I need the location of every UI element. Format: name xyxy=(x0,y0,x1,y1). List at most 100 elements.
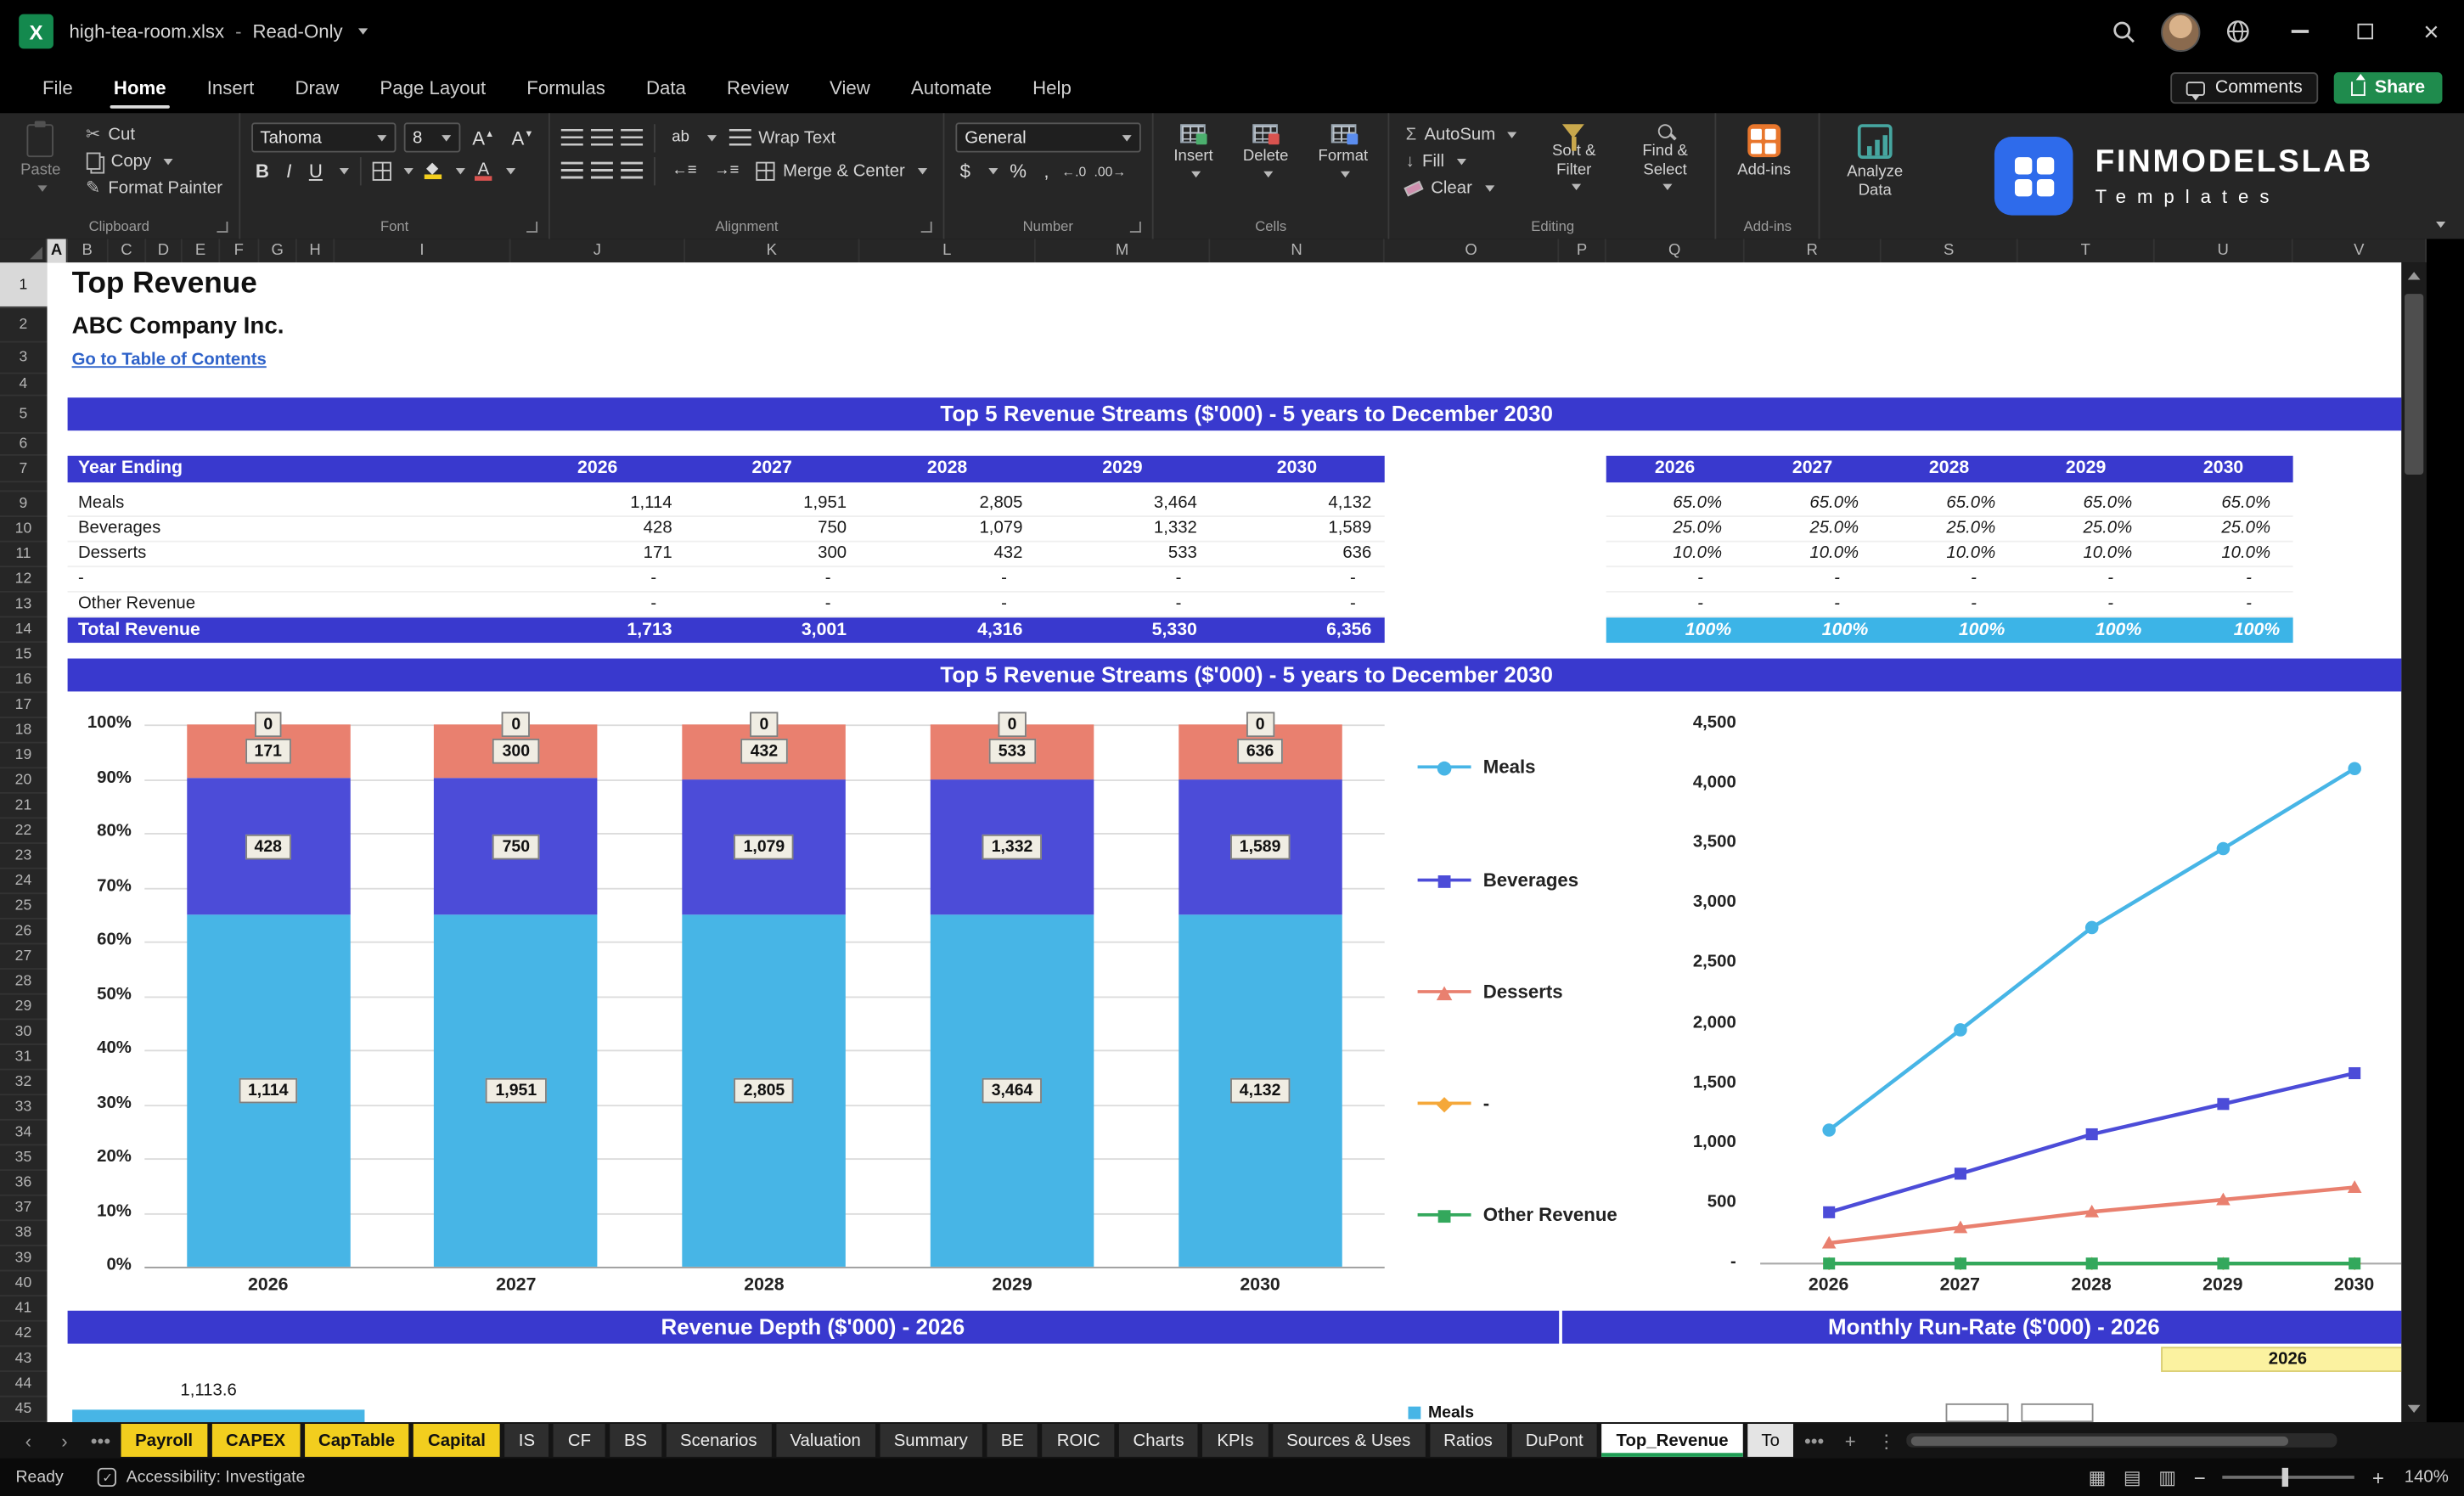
minimize-button[interactable] xyxy=(2266,0,2332,63)
row-header-30[interactable]: 30 xyxy=(0,1020,47,1045)
borders-button[interactable] xyxy=(373,161,391,180)
share-button[interactable]: Share xyxy=(2334,72,2443,104)
row-header-12[interactable]: 12 xyxy=(0,567,47,593)
row-header-35[interactable]: 35 xyxy=(0,1145,47,1171)
page-layout-view-icon[interactable]: ▤ xyxy=(2124,1466,2141,1488)
menu-tab-formulas[interactable]: Formulas xyxy=(506,63,626,113)
find-select-button[interactable]: Find & Select xyxy=(1626,121,1705,190)
row-header-18[interactable]: 18 xyxy=(0,718,47,744)
analyze-data-button[interactable]: Analyze Data xyxy=(1831,121,1919,200)
column-header-M[interactable]: M xyxy=(1036,239,1210,262)
sheet-tab-roic[interactable]: ROIC xyxy=(1043,1424,1114,1457)
menu-tab-help[interactable]: Help xyxy=(1012,63,1092,113)
accounting-format-button[interactable]: $ xyxy=(955,160,975,182)
horizontal-scroll-thumb[interactable] xyxy=(1911,1436,2288,1445)
menu-tab-home[interactable]: Home xyxy=(93,63,187,113)
toc-link[interactable]: Go to Table of Contents xyxy=(72,351,267,369)
column-header-A[interactable]: A xyxy=(48,239,68,262)
row-header-14[interactable]: 14 xyxy=(0,617,47,643)
sheet-tab-kpis[interactable]: KPIs xyxy=(1203,1424,1268,1457)
page-break-view-icon[interactable]: ▥ xyxy=(2158,1466,2176,1488)
menu-tab-review[interactable]: Review xyxy=(706,63,809,113)
column-header-S[interactable]: S xyxy=(1882,239,2018,262)
row-header-25[interactable]: 25 xyxy=(0,894,47,920)
fill-color-button[interactable]: ◆ xyxy=(422,162,443,179)
row-header-2[interactable]: 2 xyxy=(0,308,47,343)
increase-indent-button[interactable]: →≡ xyxy=(709,162,743,179)
row-header-21[interactable]: 21 xyxy=(0,794,47,819)
row-header-23[interactable]: 23 xyxy=(0,844,47,869)
italic-button[interactable]: I xyxy=(282,160,296,182)
row-header-16[interactable]: 16 xyxy=(0,668,47,694)
menu-tab-data[interactable]: Data xyxy=(626,63,706,113)
align-top-button[interactable] xyxy=(562,129,584,146)
horizontal-scrollbar[interactable] xyxy=(1906,1433,2337,1448)
row-header-7[interactable]: 7 xyxy=(0,456,47,482)
row-header-44[interactable]: 44 xyxy=(0,1372,47,1398)
percent-style-button[interactable]: % xyxy=(1005,160,1032,182)
normal-view-icon[interactable]: ▦ xyxy=(2089,1466,2107,1488)
zoom-in-button[interactable]: + xyxy=(2372,1465,2384,1489)
zoom-slider[interactable] xyxy=(2223,1476,2354,1479)
scroll-down-arrow[interactable] xyxy=(2408,1405,2421,1413)
column-header-H[interactable]: H xyxy=(297,239,335,262)
number-dialog-launcher[interactable] xyxy=(1130,222,1141,233)
format-cells-button[interactable]: Format xyxy=(1308,121,1377,177)
align-center-button[interactable] xyxy=(592,162,614,179)
row-header-43[interactable]: 43 xyxy=(0,1347,47,1372)
align-middle-button[interactable] xyxy=(592,129,614,146)
decrease-font-button[interactable]: A▼ xyxy=(507,127,538,149)
column-header-E[interactable]: E xyxy=(183,239,220,262)
paste-button[interactable]: Paste xyxy=(11,121,70,191)
column-header-C[interactable]: C xyxy=(109,239,146,262)
search-icon[interactable] xyxy=(2095,0,2152,63)
increase-decimal-button[interactable]: ←.0 xyxy=(1061,163,1086,179)
column-header-J[interactable]: J xyxy=(511,239,685,262)
row-header-22[interactable]: 22 xyxy=(0,818,47,844)
menu-tab-file[interactable]: File xyxy=(22,63,93,113)
column-header-I[interactable]: I xyxy=(335,239,510,262)
fill-button[interactable]: ↓Fill xyxy=(1401,148,1522,174)
insert-cells-button[interactable]: Insert xyxy=(1164,121,1223,177)
font-color-button[interactable]: A xyxy=(473,161,494,180)
tabs-overflow-left-icon[interactable]: ••• xyxy=(85,1429,116,1451)
column-header-V[interactable]: V xyxy=(2293,239,2427,262)
comma-style-button[interactable]: , xyxy=(1039,160,1054,182)
row-header-39[interactable]: 39 xyxy=(0,1246,47,1272)
sheet-tab-payroll[interactable]: Payroll xyxy=(121,1424,207,1457)
sheet-tab-bs[interactable]: BS xyxy=(610,1424,661,1457)
merge-center-button[interactable]: Merge & Center xyxy=(751,157,931,183)
row-header-5[interactable]: 5 xyxy=(0,396,47,433)
clipboard-dialog-launcher[interactable] xyxy=(217,222,228,233)
row-header-45[interactable]: 45 xyxy=(0,1398,47,1423)
number-format-select[interactable]: General xyxy=(955,122,1140,152)
align-bottom-button[interactable] xyxy=(622,129,644,146)
maximize-button[interactable] xyxy=(2332,0,2399,63)
sheet-tab-ratios[interactable]: Ratios xyxy=(1429,1424,1506,1457)
orientation-button[interactable]: ab xyxy=(667,129,695,146)
row-header-10[interactable]: 10 xyxy=(0,517,47,543)
align-right-button[interactable] xyxy=(622,162,644,179)
select-all-corner[interactable] xyxy=(0,239,48,262)
column-header-O[interactable]: O xyxy=(1385,239,1559,262)
alignment-dialog-launcher[interactable] xyxy=(920,222,931,233)
row-header-41[interactable]: 41 xyxy=(0,1296,47,1322)
row-header-31[interactable]: 31 xyxy=(0,1045,47,1071)
row-header-6[interactable]: 6 xyxy=(0,434,47,456)
row-header-37[interactable]: 37 xyxy=(0,1196,47,1222)
close-button[interactable]: × xyxy=(2399,0,2464,63)
zoom-slider-thumb[interactable] xyxy=(2282,1468,2287,1487)
row-header-11[interactable]: 11 xyxy=(0,543,47,568)
cut-button[interactable]: ✂Cut xyxy=(81,121,227,148)
row-header-24[interactable]: 24 xyxy=(0,869,47,895)
row-header-15[interactable]: 15 xyxy=(0,643,47,668)
tabs-overflow-right-icon[interactable]: ••• xyxy=(1798,1429,1830,1451)
menu-tab-page-layout[interactable]: Page Layout xyxy=(359,63,506,113)
column-header-U[interactable]: U xyxy=(2155,239,2293,262)
sort-filter-button[interactable]: Sort & Filter xyxy=(1533,121,1615,190)
row-header-17[interactable]: 17 xyxy=(0,693,47,718)
font-size-select[interactable]: 8 xyxy=(403,122,460,152)
excel-app-icon[interactable]: X xyxy=(19,14,53,49)
document-title[interactable]: high-tea-room.xlsx - Read-Only xyxy=(69,20,368,42)
font-name-select[interactable]: Tahoma xyxy=(250,122,395,152)
